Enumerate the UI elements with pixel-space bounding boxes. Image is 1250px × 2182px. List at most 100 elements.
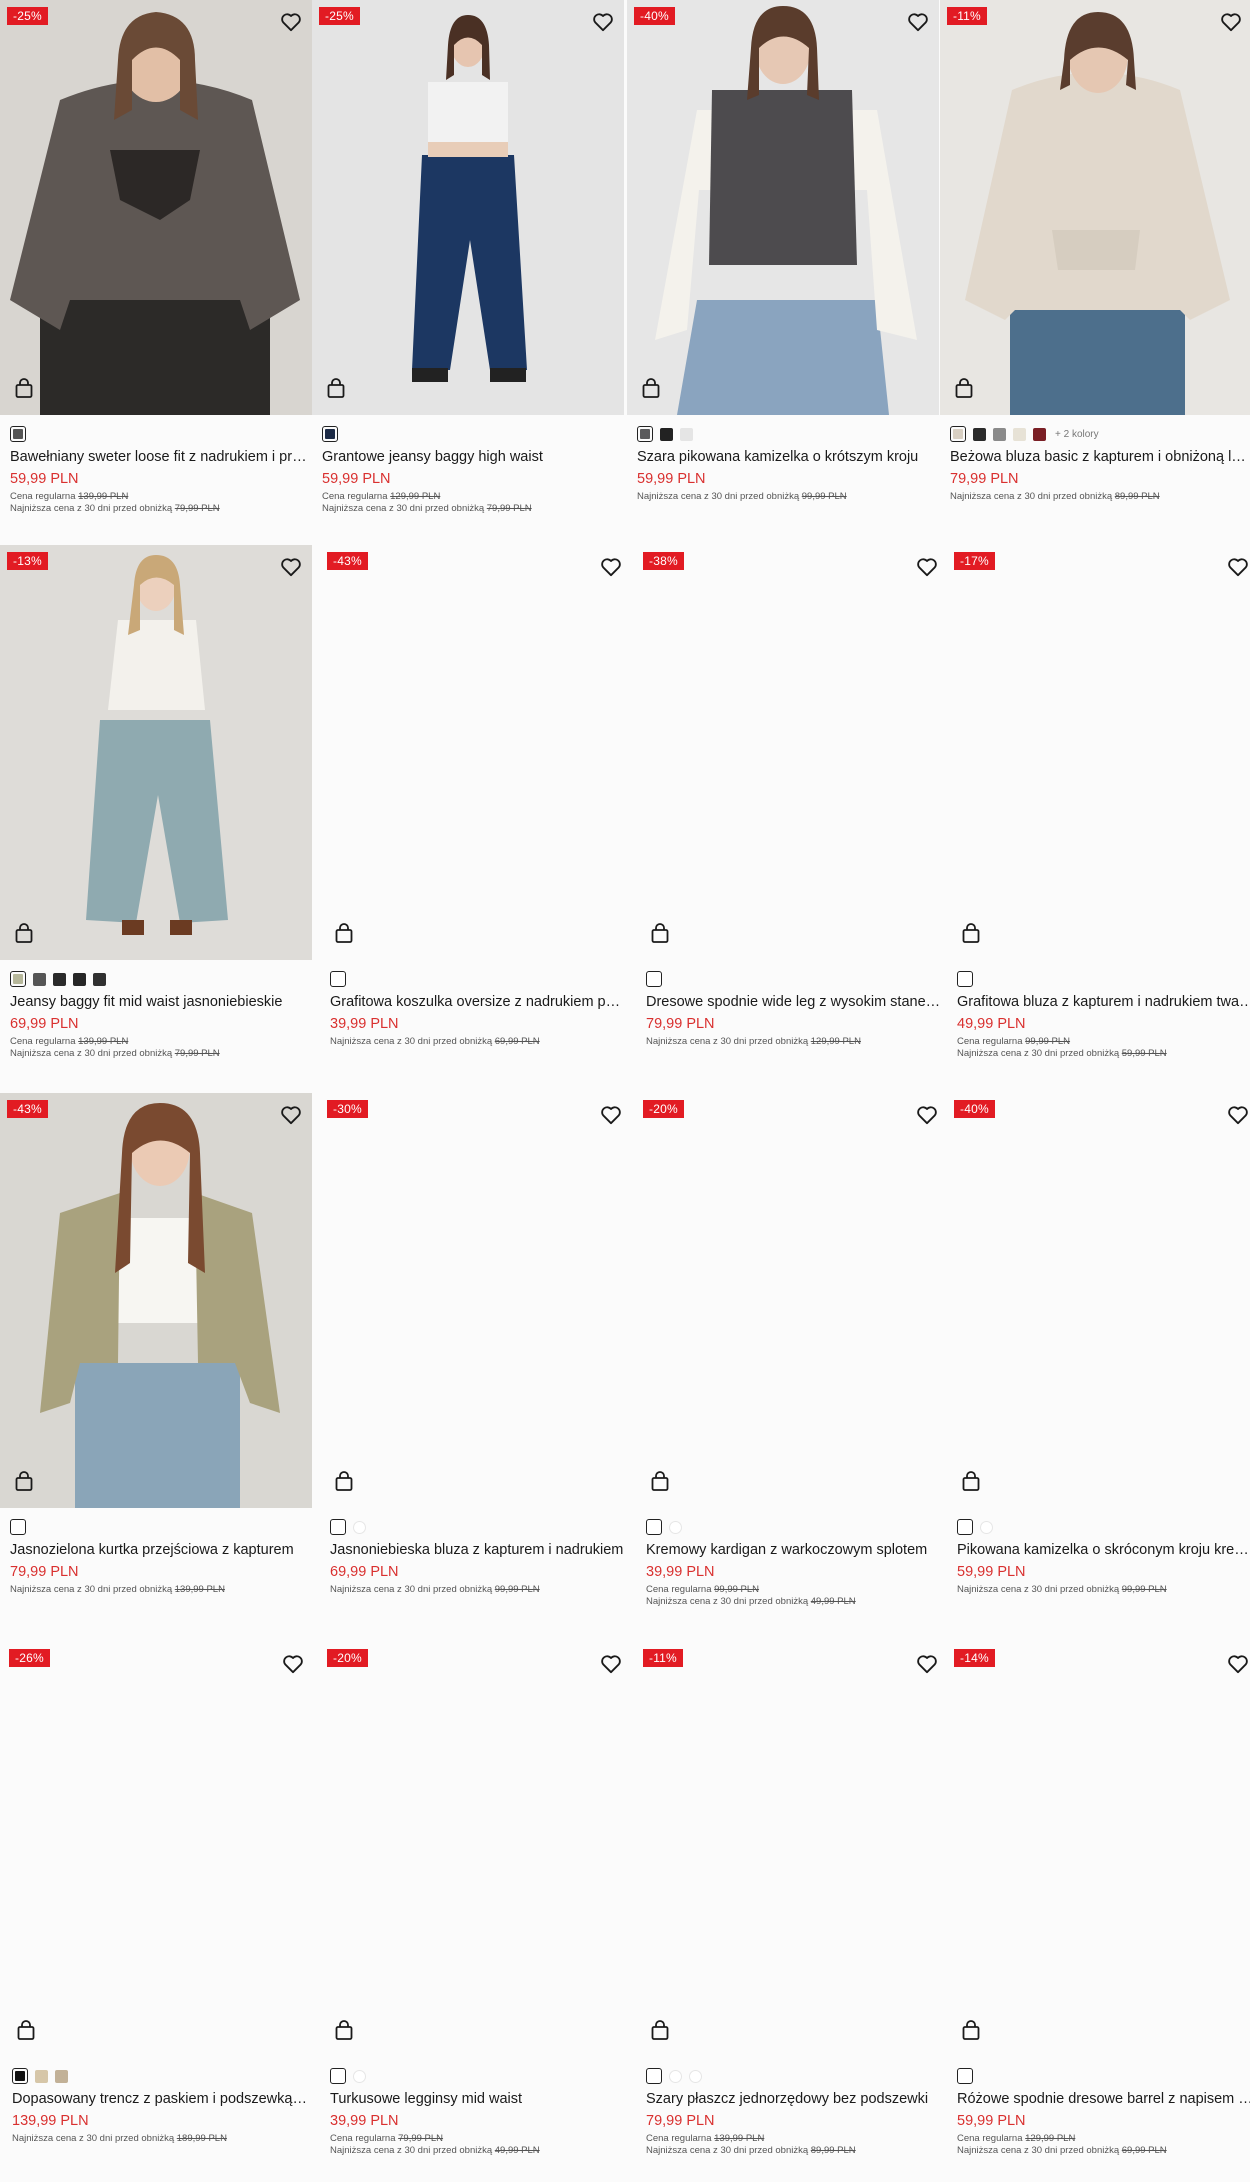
heart-icon[interactable] <box>280 12 302 32</box>
shopping-bag-icon[interactable] <box>334 2019 354 2041</box>
shopping-bag-icon[interactable] <box>954 377 974 399</box>
heart-icon[interactable] <box>600 1105 622 1125</box>
color-swatch[interactable] <box>93 972 106 986</box>
shopping-bag-icon[interactable] <box>650 922 670 944</box>
shopping-bag-icon[interactable] <box>334 922 354 944</box>
color-swatch-selected[interactable] <box>10 971 26 987</box>
shopping-bag-icon[interactable] <box>14 922 34 944</box>
heart-icon[interactable] <box>592 12 614 32</box>
color-swatch[interactable] <box>353 2069 366 2083</box>
product-name[interactable]: Bawełniany sweter loose fit z nadrukiem … <box>10 449 308 465</box>
heart-icon[interactable] <box>280 557 302 577</box>
product-image[interactable]: -43% <box>320 545 632 960</box>
color-swatch[interactable] <box>330 971 346 987</box>
color-swatch[interactable] <box>55 2069 68 2083</box>
product-card[interactable]: -17% Grafitowa bluza z kapturem i nadruk… <box>947 545 1250 1085</box>
shopping-bag-icon[interactable] <box>334 1470 354 1492</box>
color-swatch[interactable] <box>669 2069 682 2083</box>
color-swatch-selected[interactable] <box>12 2068 28 2084</box>
product-card[interactable]: -43% Jasnozielona kurtka przejściowa z k… <box>0 1093 312 1633</box>
product-image[interactable]: -43% <box>0 1093 312 1508</box>
shopping-bag-icon[interactable] <box>16 2019 36 2041</box>
color-swatch-selected[interactable] <box>637 426 653 442</box>
heart-icon[interactable] <box>282 1654 304 1674</box>
heart-icon[interactable] <box>1227 1105 1249 1125</box>
product-card[interactable]: -11% Szary płaszcz jednorzędowy bez pods… <box>636 1642 948 2182</box>
color-swatch[interactable] <box>973 427 986 441</box>
color-swatch[interactable] <box>646 2068 662 2084</box>
shopping-bag-icon[interactable] <box>961 2019 981 2041</box>
product-image[interactable]: -38% <box>636 545 948 960</box>
heart-icon[interactable] <box>916 1654 938 1674</box>
color-swatch[interactable] <box>957 2068 973 2084</box>
product-name[interactable]: Turkusowe legginsy mid waist <box>330 2091 628 2107</box>
product-image[interactable]: -20% <box>636 1093 948 1508</box>
product-card[interactable]: -38% Dresowe spodnie wide leg z wysokim … <box>636 545 948 1085</box>
heart-icon[interactable] <box>600 1654 622 1674</box>
product-card[interactable]: -20% Turkusowe legginsy mid waist 39,99 … <box>320 1642 632 2182</box>
shopping-bag-icon[interactable] <box>326 377 346 399</box>
product-image[interactable]: -26% <box>2 1642 314 2057</box>
product-card[interactable]: -40% Pikowana kamizelka o skróconym kroj… <box>947 1093 1250 1633</box>
color-swatch[interactable] <box>33 972 46 986</box>
color-swatch[interactable] <box>10 1519 26 1535</box>
product-image[interactable]: -13% <box>0 545 312 960</box>
color-swatch[interactable] <box>660 427 673 441</box>
product-name[interactable]: Grantowe jeansy baggy high waist <box>322 449 620 465</box>
heart-icon[interactable] <box>916 1105 938 1125</box>
color-swatch[interactable] <box>35 2069 48 2083</box>
product-card[interactable]: -25% Grantowe jeansy baggy high waist 59… <box>312 0 624 540</box>
product-image[interactable]: -14% <box>947 1642 1250 2057</box>
heart-icon[interactable] <box>907 12 929 32</box>
product-image[interactable]: -25% <box>0 0 312 415</box>
product-card[interactable]: -14% Różowe spodnie dresowe barrel z nap… <box>947 1642 1250 2182</box>
shopping-bag-icon[interactable] <box>14 1470 34 1492</box>
product-card[interactable]: -43% Grafitowa koszulka oversize z nadru… <box>320 545 632 1085</box>
color-swatch[interactable] <box>689 2069 702 2083</box>
product-name[interactable]: Pikowana kamizelka o skróconym kroju kre… <box>957 1542 1250 1558</box>
product-name[interactable]: Szara pikowana kamizelka o krótszym kroj… <box>637 449 935 465</box>
heart-icon[interactable] <box>1227 1654 1249 1674</box>
color-swatch[interactable] <box>330 2068 346 2084</box>
product-name[interactable]: Jasnoniebieska bluza z kapturem i nadruk… <box>330 1542 628 1558</box>
product-name[interactable]: Beżowa bluza basic z kapturem i obniżoną… <box>950 449 1248 465</box>
color-swatch[interactable] <box>957 971 973 987</box>
product-card[interactable]: -30% Jasnoniebieska bluza z kapturem i n… <box>320 1093 632 1633</box>
color-swatch[interactable] <box>669 1520 682 1534</box>
heart-icon[interactable] <box>1227 557 1249 577</box>
heart-icon[interactable] <box>1220 12 1242 32</box>
product-card[interactable]: -20% Kremowy kardigan z warkoczowym splo… <box>636 1093 948 1633</box>
shopping-bag-icon[interactable] <box>961 922 981 944</box>
color-swatch[interactable] <box>73 972 86 986</box>
product-name[interactable]: Grafitowa bluza z kapturem i nadrukiem t… <box>957 994 1250 1010</box>
product-card[interactable]: -25% Bawełniany sweter loose fit z nadru… <box>0 0 312 540</box>
color-swatch[interactable] <box>1033 427 1046 441</box>
product-image[interactable]: -40% <box>627 0 939 415</box>
product-name[interactable]: Grafitowa koszulka oversize z nadrukiem … <box>330 994 628 1010</box>
product-image[interactable]: -30% <box>320 1093 632 1508</box>
product-image[interactable]: -20% <box>320 1642 632 2057</box>
color-swatch[interactable] <box>53 972 66 986</box>
product-card[interactable]: -13% Jeansy baggy fit mid waist jasnonie… <box>0 545 312 1085</box>
more-colors-label[interactable]: + 2 kolory <box>1055 429 1099 440</box>
color-swatch[interactable] <box>353 1520 366 1534</box>
color-swatch-selected[interactable] <box>950 426 966 442</box>
color-swatch[interactable] <box>680 427 693 441</box>
heart-icon[interactable] <box>916 557 938 577</box>
heart-icon[interactable] <box>600 557 622 577</box>
shopping-bag-icon[interactable] <box>961 1470 981 1492</box>
product-name[interactable]: Różowe spodnie dresowe barrel z napisem … <box>957 2091 1250 2107</box>
color-swatch[interactable] <box>330 1519 346 1535</box>
color-swatch-selected[interactable] <box>10 426 26 442</box>
shopping-bag-icon[interactable] <box>650 1470 670 1492</box>
product-name[interactable]: Dresowe spodnie wide leg z wysokim stane… <box>646 994 944 1010</box>
color-swatch[interactable] <box>1013 427 1026 441</box>
product-image[interactable]: -17% <box>947 545 1250 960</box>
shopping-bag-icon[interactable] <box>650 2019 670 2041</box>
product-image[interactable]: -25% <box>312 0 624 415</box>
product-name[interactable]: Jeansy baggy fit mid waist jasnoniebiesk… <box>10 994 308 1010</box>
product-image[interactable]: -40% <box>947 1093 1250 1508</box>
product-card[interactable]: -40% Szara pikowana kamizelka o krótszym… <box>627 0 939 540</box>
color-swatch[interactable] <box>957 1519 973 1535</box>
product-card[interactable]: -26% Dopasowany trencz z paskiem i podsz… <box>2 1642 314 2182</box>
